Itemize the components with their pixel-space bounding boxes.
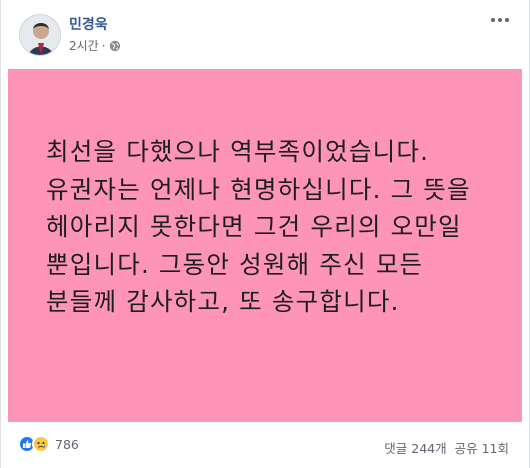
post-header: 민경욱 2시간 · bbox=[1, 0, 530, 70]
post-meta: 2시간 · bbox=[69, 37, 121, 54]
author-name[interactable]: 민경욱 bbox=[69, 14, 108, 34]
reactions-summary[interactable]: 786 bbox=[18, 435, 79, 453]
globe-icon bbox=[109, 40, 120, 51]
share-count-link[interactable]: 공유 11회 bbox=[455, 438, 509, 457]
more-options-icon[interactable] bbox=[491, 18, 509, 22]
comment-count-link[interactable]: 댓글 244개 bbox=[384, 438, 446, 457]
engagement-stats: 댓글 244개 공유 11회 bbox=[384, 438, 509, 457]
post-time[interactable]: 2시간 bbox=[69, 37, 99, 54]
reaction-count: 786 bbox=[55, 436, 79, 452]
sad-icon bbox=[32, 435, 50, 453]
post-colored-background: 최선을 다했으나 역부족이었습니다. 유권자는 언제나 현명하십니다. 그 뜻을… bbox=[8, 69, 522, 422]
avatar-photo bbox=[20, 15, 60, 55]
post-footer: 786 댓글 244개 공유 11회 bbox=[1, 422, 530, 468]
post-card: 민경욱 2시간 · 최선을 다했으나 역부족이었습니다. 유권자는 언제나 현명… bbox=[0, 0, 530, 468]
post-text: 최선을 다했으나 역부족이었습니다. 유권자는 언제나 현명하십니다. 그 뜻을… bbox=[46, 137, 471, 316]
avatar[interactable] bbox=[19, 14, 61, 56]
